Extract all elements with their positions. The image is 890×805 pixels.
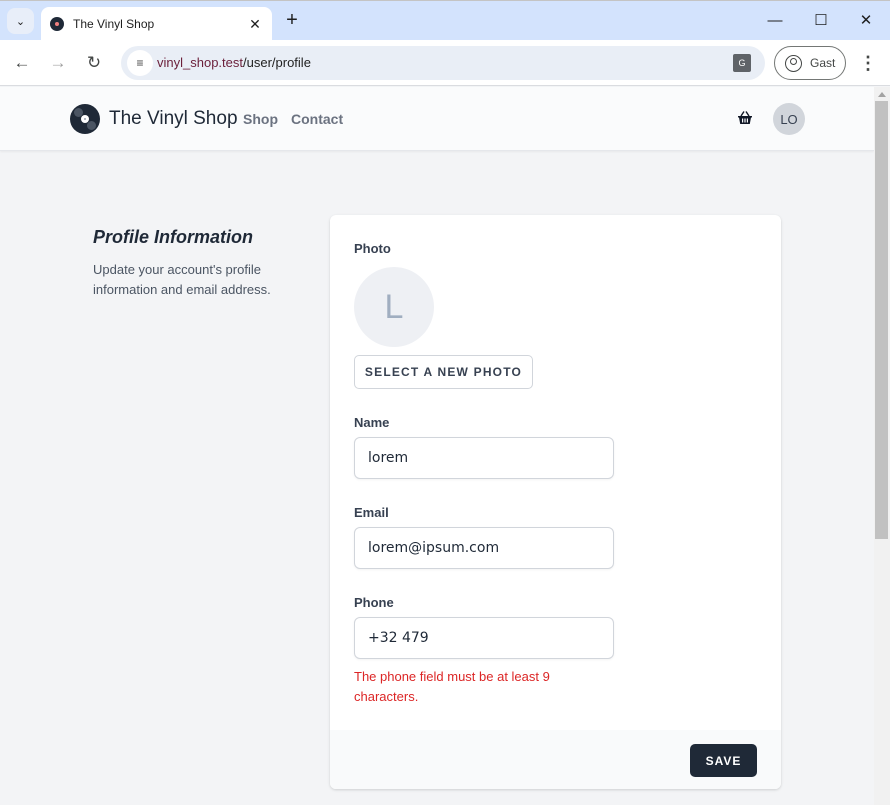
- close-icon: ✕: [859, 12, 873, 29]
- name-input[interactable]: [354, 437, 614, 479]
- close-icon[interactable]: ✕: [244, 13, 266, 35]
- email-label: Email: [354, 505, 389, 520]
- minimize-icon: —: [767, 12, 783, 29]
- form-footer: SAVE: [330, 730, 781, 789]
- tune-icon: ≡: [136, 56, 144, 70]
- maximize-icon: ☐: [814, 12, 828, 29]
- page-scrollbar[interactable]: [874, 87, 890, 805]
- back-button[interactable]: ←: [10, 51, 34, 75]
- nav-link-contact[interactable]: Contact: [291, 111, 343, 127]
- phone-label: Phone: [354, 595, 394, 610]
- brand-link[interactable]: The Vinyl Shop: [70, 104, 238, 134]
- site-navbar: The Vinyl Shop Shop Contact LO: [0, 87, 874, 151]
- vinyl-favicon-icon: [50, 17, 64, 31]
- reload-button[interactable]: ↻: [82, 51, 106, 75]
- profile-button[interactable]: Gast: [774, 46, 846, 80]
- browser-tab[interactable]: The Vinyl Shop ✕: [41, 7, 272, 41]
- reload-icon: ↻: [86, 53, 102, 72]
- address-bar[interactable]: ≡ vinyl_shop.test/user/profile G: [121, 46, 765, 80]
- tab-search-button[interactable]: ⌄: [7, 8, 34, 34]
- browser-tabstrip: ⌄ The Vinyl Shop ✕ + — ☐ ✕: [0, 0, 890, 41]
- brand-name: The Vinyl Shop: [109, 108, 238, 129]
- forward-button[interactable]: →: [46, 51, 70, 75]
- url-host: vinyl_shop.test: [157, 55, 243, 70]
- close-window-button[interactable]: ✕: [851, 9, 881, 33]
- page-content: The Vinyl Shop Shop Contact LO Profile I…: [0, 87, 874, 805]
- browser-toolbar: ← → ↻ ≡ vinyl_shop.test/user/profile G G…: [0, 40, 890, 86]
- name-label: Name: [354, 415, 390, 430]
- profile-label: Gast: [810, 56, 836, 70]
- phone-input[interactable]: [354, 617, 614, 659]
- url-path: /user/profile: [243, 55, 311, 70]
- chevron-down-icon: ⌄: [15, 15, 26, 28]
- account-circle-icon: [785, 54, 802, 72]
- scroll-up-arrow-icon[interactable]: [878, 92, 886, 97]
- tab-title: The Vinyl Shop: [73, 17, 155, 31]
- minimize-button[interactable]: —: [760, 9, 790, 33]
- url-text[interactable]: vinyl_shop.test/user/profile: [157, 55, 311, 70]
- maximize-button[interactable]: ☐: [806, 9, 836, 33]
- site-info-button[interactable]: ≡: [127, 50, 153, 76]
- section-title: Profile Information: [93, 227, 254, 247]
- save-button[interactable]: SAVE: [690, 744, 757, 777]
- photo-label: Photo: [354, 241, 391, 256]
- more-vert-icon: ⋮: [859, 53, 877, 73]
- arrow-left-icon: ←: [13, 53, 31, 72]
- phone-error-message: The phone field must be at least 9 chara…: [354, 669, 550, 704]
- translate-icon[interactable]: G: [733, 54, 751, 72]
- scrollbar-thumb[interactable]: [875, 101, 888, 539]
- email-input[interactable]: [354, 527, 614, 569]
- basket-icon[interactable]: [737, 110, 753, 126]
- user-avatar[interactable]: LO: [773, 103, 805, 135]
- select-photo-button[interactable]: SELECT A NEW PHOTO: [354, 355, 533, 389]
- nav-link-shop[interactable]: Shop: [243, 111, 278, 127]
- browser-menu-button[interactable]: ⋮: [858, 51, 878, 75]
- profile-form-card: Photo L SELECT A NEW PHOTO Name Email Ph…: [330, 215, 781, 789]
- plus-icon: +: [286, 9, 298, 31]
- new-tab-button[interactable]: +: [281, 9, 303, 31]
- vinyl-record-icon: [70, 104, 100, 134]
- profile-photo: L: [354, 267, 434, 347]
- section-description: Update your account's profile informatio…: [93, 262, 271, 297]
- arrow-right-icon: →: [49, 53, 67, 72]
